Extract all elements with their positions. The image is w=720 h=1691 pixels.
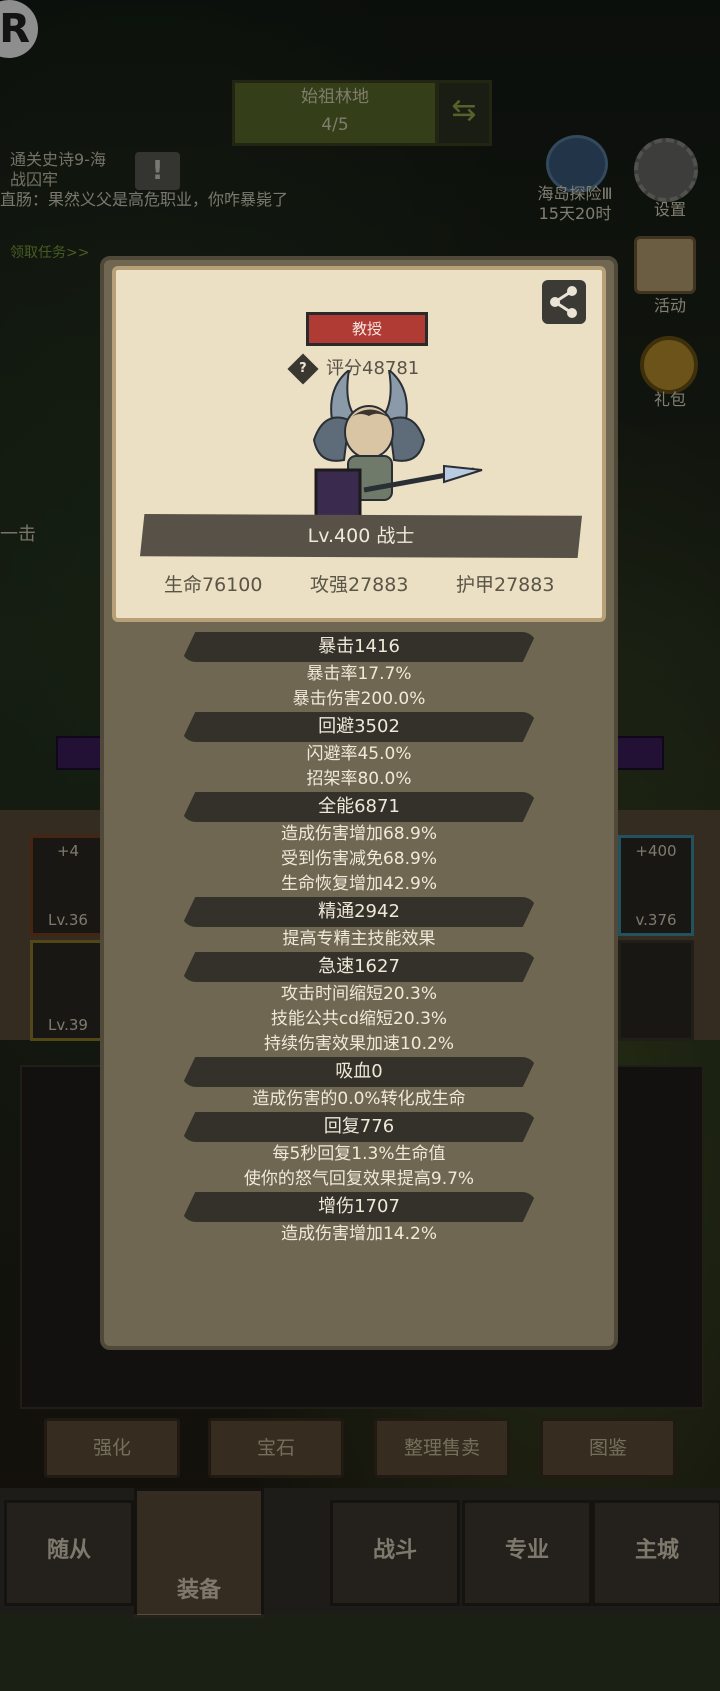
armor-stat: 护甲27883 bbox=[456, 574, 555, 596]
stat-line: 造成伤害的0.0%转化成生命 bbox=[252, 1089, 466, 1109]
stat-line: 使你的怒气回复效果提高9.7% bbox=[243, 1169, 475, 1189]
stat-line: 提高专精主技能效果 bbox=[282, 929, 436, 949]
stat-group: 精通2942 提高专精主技能效果 bbox=[104, 897, 614, 952]
stat-line: 招架率80.0% bbox=[306, 769, 412, 789]
stat-group: 增伤1707 造成伤害增加14.2% bbox=[104, 1192, 614, 1247]
stat-header: 回避3502 bbox=[181, 712, 537, 742]
stat-line: 每5秒回复1.3%生命值 bbox=[272, 1144, 446, 1164]
character-stats-modal: 教授 ? 评分48781 Lv.400 战士 生命76100 攻强27883 护甲… bbox=[100, 256, 618, 1350]
stat-group: 暴击1416 暴击率17.7% 暴击伤害200.0% bbox=[104, 632, 614, 712]
stat-header: 精通2942 bbox=[181, 897, 537, 927]
hp-stat: 生命76100 bbox=[164, 574, 263, 596]
stat-group: 吸血0 造成伤害的0.0%转化成生命 bbox=[104, 1057, 614, 1112]
level-class-bar: Lv.400 战士 bbox=[140, 514, 582, 558]
character-title-badge: 教授 bbox=[306, 312, 428, 346]
stat-group: 急速1627 攻击时间缩短20.3% 技能公共cd缩短20.3% 持续伤害效果加… bbox=[104, 952, 614, 1057]
warrior-avatar bbox=[312, 370, 483, 528]
base-stats-row: 生命76100 攻强27883 护甲27883 bbox=[116, 570, 610, 600]
stat-line: 持续伤害效果加速10.2% bbox=[263, 1034, 454, 1054]
stat-group: 回避3502 闪避率45.0% 招架率80.0% bbox=[104, 712, 614, 792]
stat-detail-list: 暴击1416 暴击率17.7% 暴击伤害200.0% 回避3502 闪避率45.… bbox=[104, 632, 614, 1247]
stat-line: 造成伤害增加14.2% bbox=[280, 1224, 437, 1244]
stat-header: 急速1627 bbox=[181, 952, 537, 982]
stat-group: 回复776 每5秒回复1.3%生命值 使你的怒气回复效果提高9.7% bbox=[104, 1112, 614, 1192]
stat-header: 增伤1707 bbox=[181, 1192, 537, 1222]
share-button[interactable] bbox=[542, 280, 586, 324]
stat-line: 暴击率17.7% bbox=[306, 664, 412, 684]
stat-header: 暴击1416 bbox=[181, 632, 537, 662]
stat-header: 全能6871 bbox=[181, 792, 537, 822]
character-card: 教授 ? 评分48781 Lv.400 战士 生命76100 攻强27883 护甲… bbox=[112, 266, 606, 622]
stat-group: 全能6871 造成伤害增加68.9% 受到伤害减免68.9% 生命恢复增加42.… bbox=[104, 792, 614, 897]
attack-power-stat: 攻强27883 bbox=[310, 574, 409, 596]
stat-line: 技能公共cd缩短20.3% bbox=[270, 1009, 448, 1029]
stat-line: 受到伤害减免68.9% bbox=[280, 849, 437, 869]
stat-header: 吸血0 bbox=[181, 1057, 537, 1087]
stat-line: 闪避率45.0% bbox=[306, 744, 412, 764]
stat-line: 攻击时间缩短20.3% bbox=[280, 984, 437, 1004]
stat-line: 造成伤害增加68.9% bbox=[280, 824, 437, 844]
share-icon bbox=[550, 286, 577, 318]
stat-header: 回复776 bbox=[181, 1112, 537, 1142]
stat-line: 生命恢复增加42.9% bbox=[280, 874, 437, 894]
stat-line: 暴击伤害200.0% bbox=[292, 689, 426, 709]
